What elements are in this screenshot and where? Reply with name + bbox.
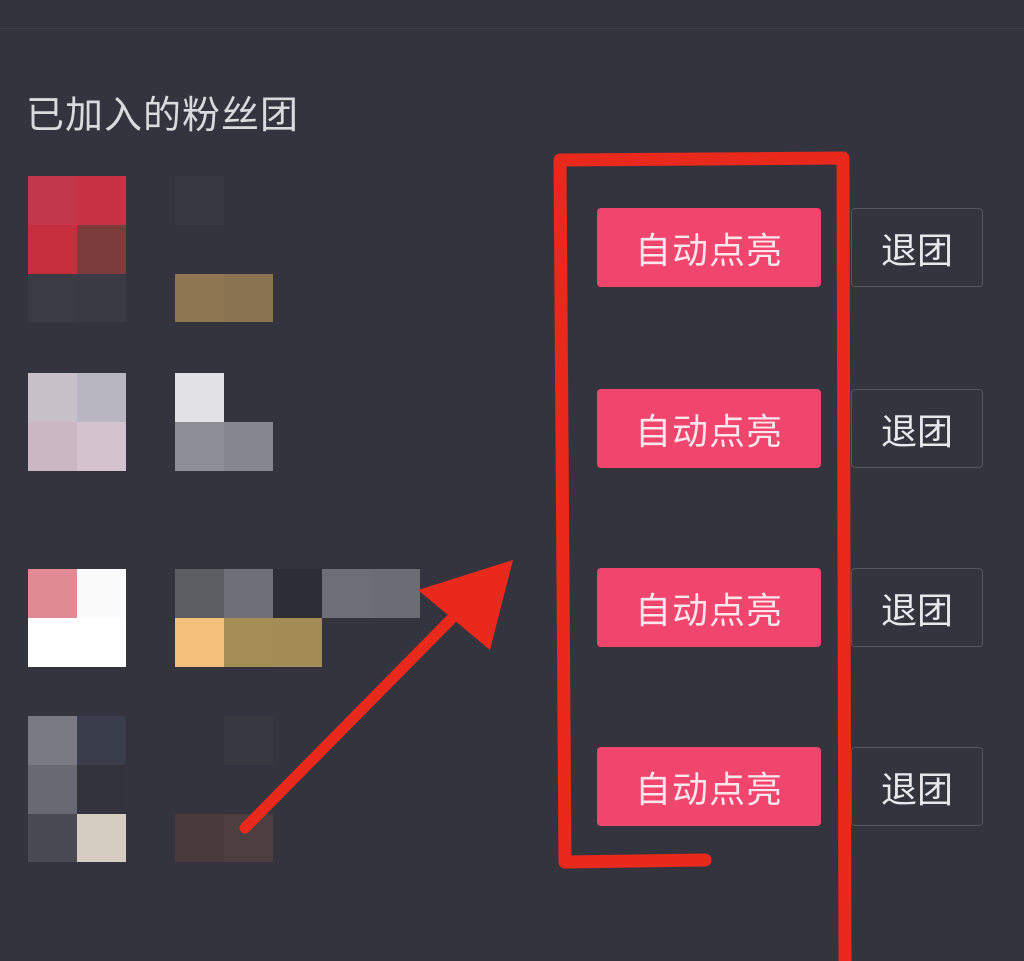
blurred-avatar-icon: [28, 176, 126, 322]
blurred-avatar-icon: [28, 716, 126, 862]
auto-light-button[interactable]: 自动点亮: [597, 389, 821, 468]
blurred-avatar-icon: [28, 569, 126, 715]
quit-group-button[interactable]: 退团: [851, 208, 983, 287]
quit-group-button[interactable]: 退团: [851, 568, 983, 647]
blurred-avatar-icon: [28, 373, 126, 519]
auto-light-button[interactable]: 自动点亮: [597, 568, 821, 647]
auto-light-button[interactable]: 自动点亮: [597, 747, 821, 826]
blurred-name-text: [175, 373, 425, 519]
auto-light-button[interactable]: 自动点亮: [597, 208, 821, 287]
blurred-name-text: [175, 569, 425, 715]
quit-group-button[interactable]: 退团: [851, 389, 983, 468]
quit-group-button[interactable]: 退团: [851, 747, 983, 826]
blurred-name-text: [175, 716, 425, 862]
fan-group-list: 自动点亮 退团 自动点亮 退团 自动点亮 退团 自动点亮 退团: [0, 0, 1024, 961]
blurred-name-text: [175, 176, 425, 322]
